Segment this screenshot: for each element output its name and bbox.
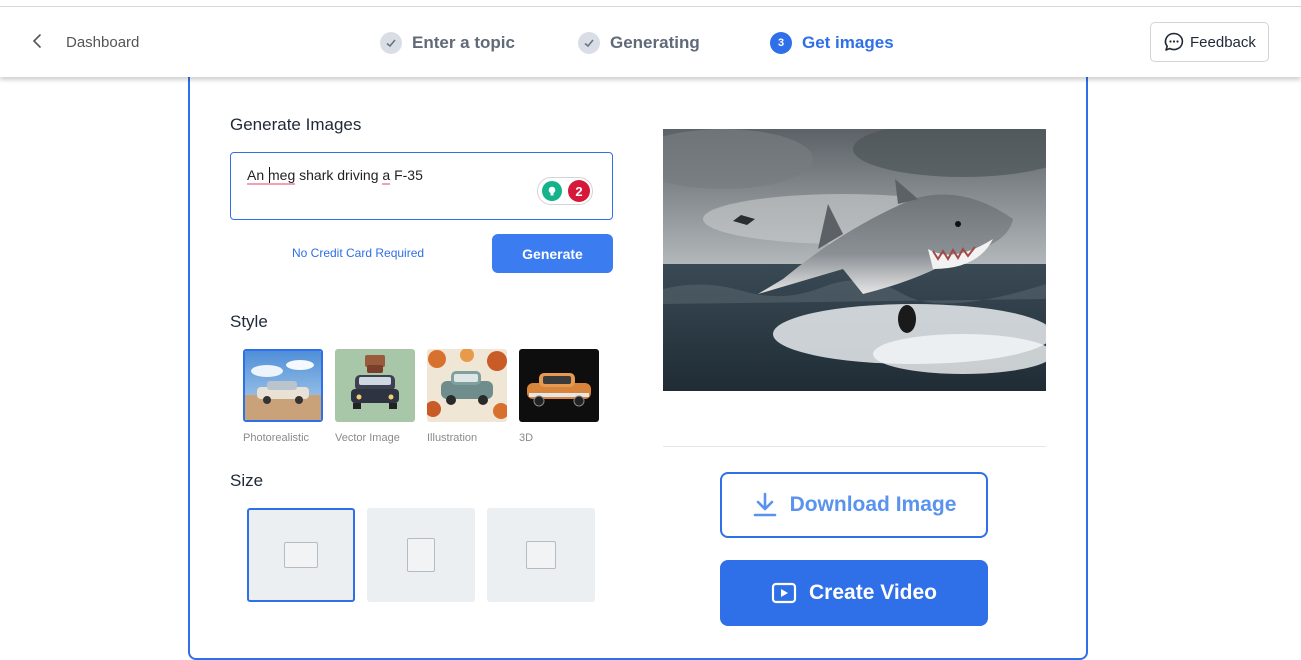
style-vector-thumb[interactable]	[335, 349, 415, 422]
no-credit-card-note: No Credit Card Required	[292, 246, 425, 260]
step-number-badge: 3	[770, 32, 792, 54]
size-option-square[interactable]	[487, 508, 595, 602]
photorealistic-car-image	[245, 351, 321, 420]
square-shape-icon	[526, 541, 556, 569]
feedback-button[interactable]: Feedback	[1150, 22, 1269, 62]
chat-bubble-icon	[1164, 32, 1184, 51]
check-icon	[578, 32, 600, 54]
back-chevron-icon[interactable]	[28, 31, 48, 51]
prompt-word: An	[247, 167, 265, 185]
style-label: 3D	[519, 432, 534, 444]
prompt-word: shark driving	[295, 167, 383, 183]
prompt-text: An meg shark driving a F-35	[247, 167, 423, 185]
illustration-car-image	[427, 349, 507, 422]
size-option-portrait[interactable]	[367, 508, 475, 602]
prompt-word: F-35	[390, 167, 423, 183]
create-video-label: Create Video	[809, 581, 937, 604]
section-divider	[663, 446, 1046, 447]
generated-image	[663, 129, 1046, 391]
step-label: Get images	[802, 33, 894, 52]
landscape-shape-icon	[284, 542, 318, 568]
generate-button[interactable]: Generate	[492, 234, 613, 273]
style-label: Illustration	[427, 432, 478, 444]
feedback-label: Feedback	[1190, 33, 1256, 51]
create-video-button[interactable]: Create Video	[720, 560, 988, 626]
step-label: Generating	[610, 33, 700, 52]
style-photorealistic-thumb[interactable]	[243, 349, 323, 422]
style-label: Vector Image	[335, 432, 400, 444]
style-label: Photorealistic	[243, 432, 310, 444]
style-illustration-thumb[interactable]	[427, 349, 507, 422]
step-generating[interactable]: Generating	[578, 29, 700, 57]
grammar-issue-count: 2	[568, 180, 590, 202]
lightbulb-icon	[542, 181, 562, 201]
prompt-input[interactable]: An meg shark driving a F-35 2	[230, 152, 613, 220]
top-navigation-bar: Dashboard Enter a topic Generating 3 Get…	[0, 7, 1301, 77]
generate-images-title: Generate Images	[230, 115, 362, 134]
check-icon	[380, 32, 402, 54]
download-image-button[interactable]: Download Image	[720, 472, 988, 538]
size-title: Size	[230, 471, 264, 490]
video-play-icon	[771, 582, 797, 604]
step-enter-topic[interactable]: Enter a topic	[380, 29, 515, 57]
step-label: Enter a topic	[412, 33, 515, 52]
size-option-landscape[interactable]	[247, 508, 355, 602]
dashboard-link[interactable]: Dashboard	[66, 34, 139, 51]
grammar-widget[interactable]: 2	[537, 177, 593, 205]
prompt-word: meg	[264, 167, 296, 185]
style-3d-thumb[interactable]	[519, 349, 599, 422]
style-title: Style	[230, 312, 268, 331]
vector-car-image	[335, 349, 415, 422]
download-label: Download Image	[789, 493, 957, 516]
3d-car-image	[519, 349, 599, 422]
step-get-images[interactable]: 3 Get images	[770, 29, 894, 57]
browser-top-line	[0, 0, 1301, 7]
portrait-shape-icon	[407, 538, 435, 572]
download-icon	[753, 492, 776, 517]
shark-jet-image	[663, 129, 1046, 391]
